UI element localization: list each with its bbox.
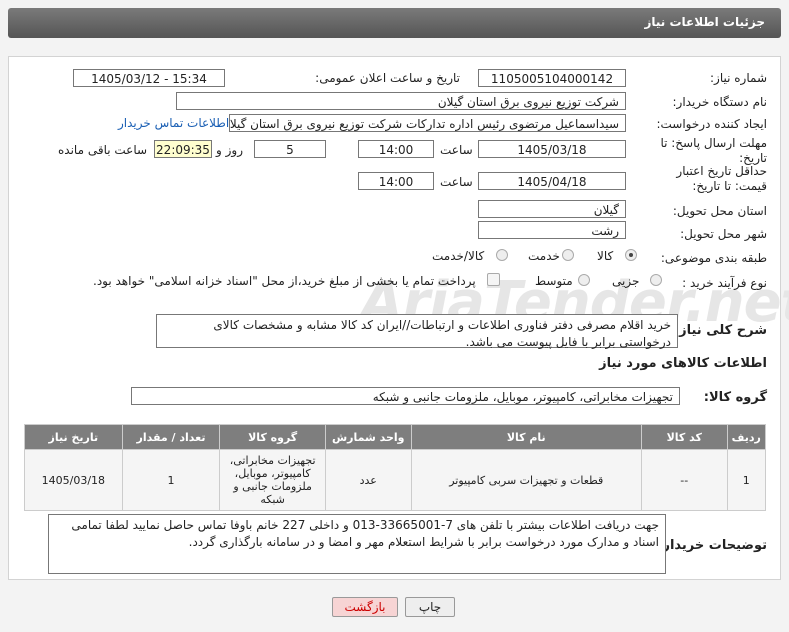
items-table: ردیف کد کالا نام کالا واحد شمارش گروه کا… [24, 424, 767, 511]
item-code-cell: -- [641, 449, 728, 511]
description-label: شرح کلی نیاز: [673, 323, 767, 338]
remaining-time-field[interactable]: 22:09:35 [154, 140, 212, 158]
category-goods-service-radio[interactable] [496, 249, 508, 261]
quantity-cell: 1 [121, 449, 221, 511]
back-button[interactable]: بازگشت [332, 597, 398, 617]
buyer-org-field[interactable]: شرکت توزیع نیروی برق استان گیلان [176, 92, 626, 110]
city-field[interactable]: رشت [478, 221, 626, 239]
category-label: طبقه بندی موضوعی: [660, 251, 767, 265]
item-name-cell: قطعات و تجهیزات سربی کامپیوتر [410, 449, 643, 511]
table-header-row: ردیف کد کالا نام کالا واحد شمارش گروه کا… [24, 424, 767, 450]
requester-field[interactable]: سیداسماعیل مرتضوی رئیس اداره تدارکات شرک… [229, 114, 626, 132]
purchase-medium-label: متوسط [535, 274, 573, 288]
item-group-cell: تجهیزات مخابراتی، کامپیوتر، موبایل، ملزو… [219, 449, 326, 511]
description-textarea[interactable]: خرید اقلام مصرفی دفتر فناوری اطلاعات و ا… [156, 314, 678, 349]
validity-date-field[interactable]: 1405/04/18 [478, 172, 626, 190]
category-service-label: خدمت [528, 249, 560, 263]
reply-time-label: ساعت [440, 143, 473, 157]
validity-deadline-label: حداقل تاریخ اعتبار قیمت: تا تاریخ: [676, 164, 767, 193]
col-item-code: کد کالا [641, 424, 728, 450]
purchase-medium-radio[interactable] [578, 274, 590, 286]
purchase-minor-radio[interactable] [650, 274, 662, 286]
table-row[interactable]: 1 -- قطعات و تجهیزات سربی کامپیوتر عدد ت… [24, 449, 767, 511]
goods-group-field[interactable]: تجهیزات مخابراتی، کامپیوتر، موبایل، ملزو… [131, 387, 680, 405]
col-item-group: گروه کالا [219, 424, 326, 450]
province-field[interactable]: گیلان [478, 200, 626, 218]
treasury-payment-note: پرداخت تمام یا بخشی از مبلغ خرید،از محل … [93, 274, 476, 288]
days-field[interactable]: 5 [254, 140, 326, 158]
requester-label: ایجاد کننده درخواست: [656, 117, 767, 131]
category-service-radio[interactable] [562, 249, 574, 261]
announce-datetime-field[interactable]: 1405/03/12 - 15:34 [73, 69, 225, 87]
reply-date-field[interactable]: 1405/03/18 [478, 140, 626, 158]
buyer-org-label: نام دستگاه خریدار: [672, 95, 768, 109]
need-date-cell: 1405/03/18 [24, 449, 123, 511]
reply-deadline-label: مهلت ارسال پاسخ: تا تاریخ: [660, 136, 767, 165]
row-number-cell: 1 [726, 449, 767, 511]
announce-datetime-label: تاریخ و ساعت اعلان عمومی: [315, 71, 460, 85]
page-header: جزئیات اطلاعات نیاز [0, 0, 789, 42]
days-label: روز و [216, 143, 243, 157]
province-label: استان محل تحویل: [672, 204, 767, 218]
treasury-payment-checkbox[interactable] [487, 273, 500, 286]
purchase-minor-label: جزیی [612, 274, 640, 288]
validity-time-label: ساعت [440, 175, 473, 189]
col-unit: واحد شمارش [324, 424, 412, 450]
print-button[interactable]: چاپ [405, 597, 455, 617]
col-row-number: ردیف [726, 424, 767, 450]
category-goods-radio[interactable] [625, 249, 637, 261]
category-goods-service-label: کالا/خدمت [432, 249, 485, 263]
category-goods-label: کالا [597, 249, 614, 263]
need-number-field[interactable]: 1105005104000142 [478, 69, 626, 87]
validity-time-field[interactable]: 14:00 [358, 172, 434, 190]
reply-time-field[interactable]: 14:00 [358, 140, 434, 158]
purchase-type-label: نوع فرآیند خرید : [682, 276, 767, 290]
buyer-notes-label: توضیحات خریدار: [657, 538, 767, 553]
col-item-name: نام کالا [410, 424, 643, 450]
col-need-date: تاریخ نیاز [24, 424, 123, 450]
contact-info-link[interactable]: اطلاعات تماس خریدار [118, 116, 229, 130]
goods-info-heading: اطلاعات کالاهای مورد نیاز [599, 356, 767, 371]
buyer-notes-textarea[interactable]: جهت دریافت اطلاعات بیشتر با تلفن های 7-3… [48, 514, 666, 574]
need-number-label: شماره نیاز: [710, 71, 767, 85]
remaining-label: ساعت باقی مانده [58, 143, 148, 157]
goods-group-label: گروه کالا: [703, 390, 767, 405]
city-label: شهر محل تحویل: [680, 227, 767, 241]
page-title: جزئیات اطلاعات نیاز [644, 15, 765, 29]
unit-cell: عدد [324, 449, 412, 511]
col-quantity: تعداد / مقدار [121, 424, 221, 450]
header-bar: جزئیات اطلاعات نیاز [8, 8, 781, 38]
